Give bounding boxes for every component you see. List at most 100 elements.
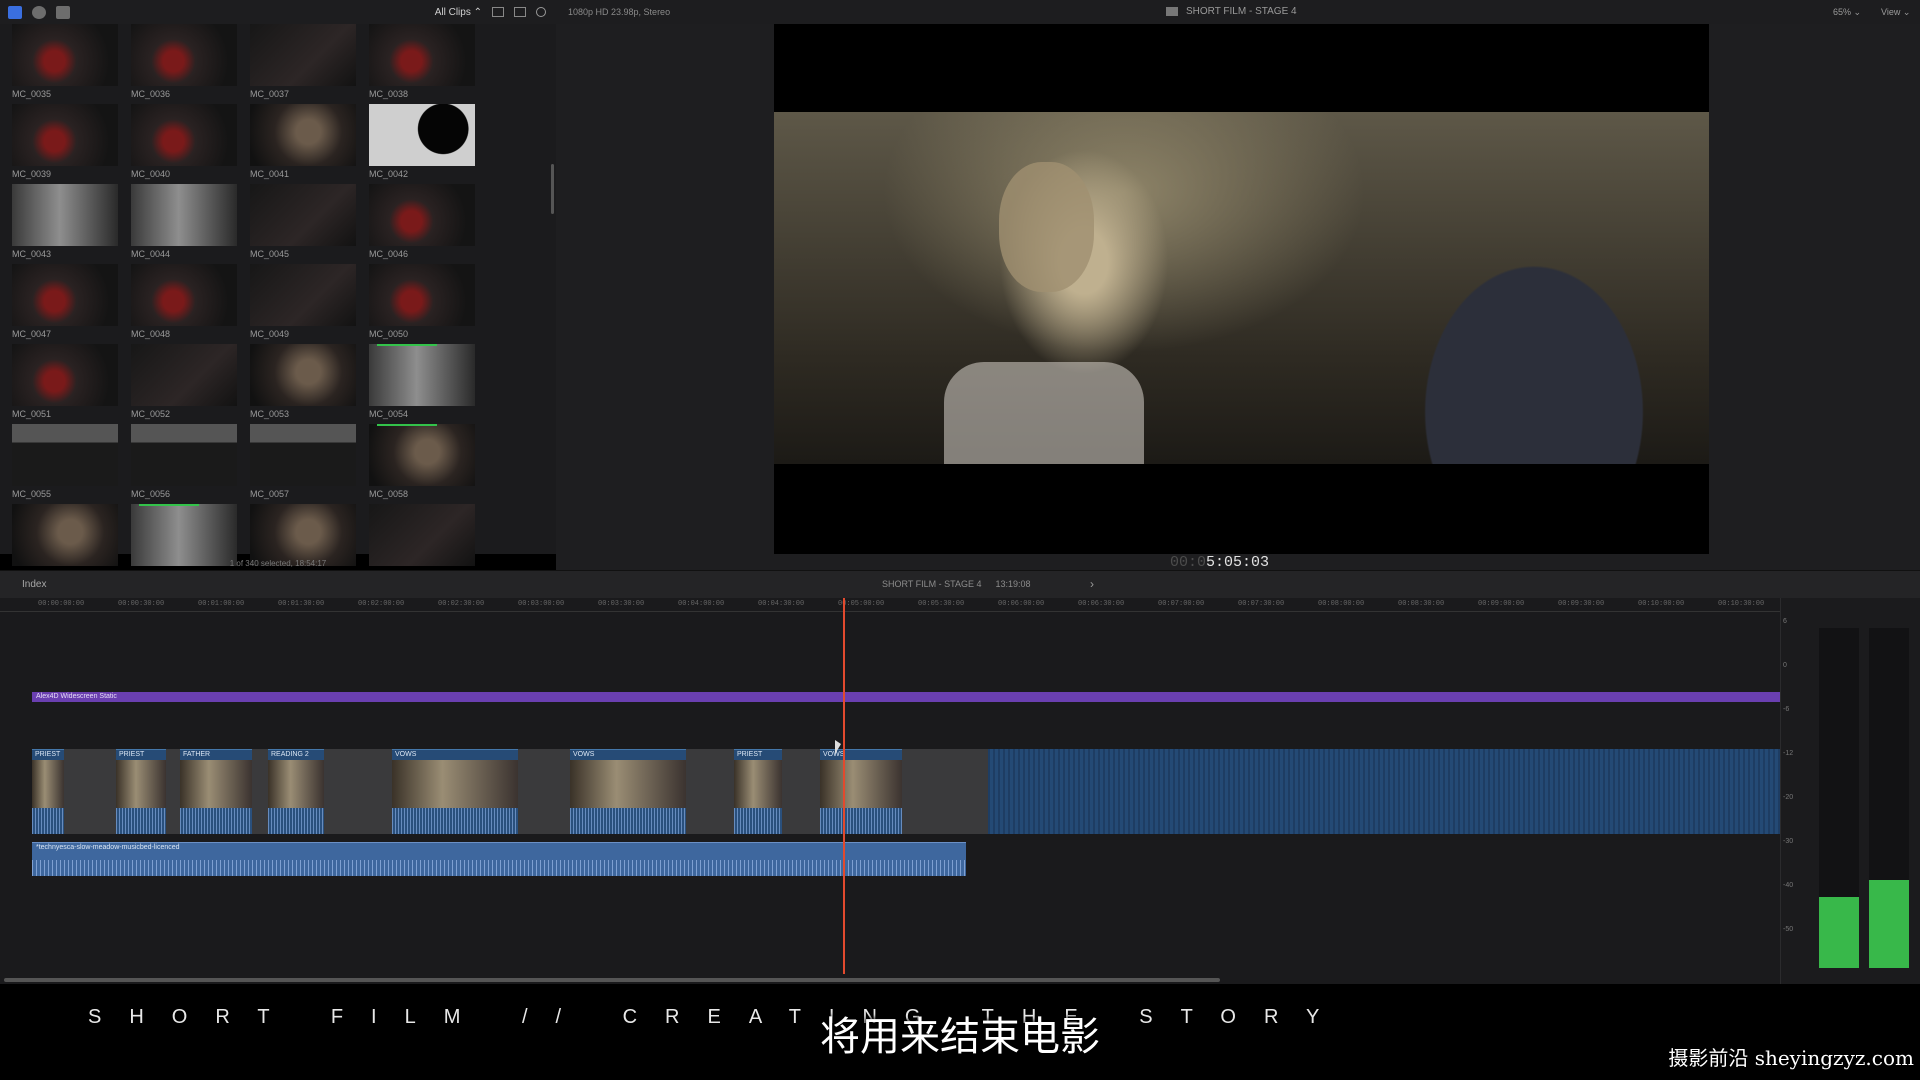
timeline-clip-waveform xyxy=(180,808,252,834)
gap-clip[interactable] xyxy=(782,749,820,834)
clips-filter-dropdown[interactable]: All Clips ⌃ xyxy=(435,7,482,18)
photos-audio-icon[interactable] xyxy=(32,5,46,19)
timeline-clip[interactable]: VOWS xyxy=(570,749,686,834)
timeline-clip-label: VOWS xyxy=(573,751,595,758)
chevron-right-icon[interactable]: › xyxy=(1090,577,1094,591)
ruler-tick: 00:10:00:00 xyxy=(1638,600,1685,608)
clip-thumbnail[interactable]: MC_0050 xyxy=(369,264,475,344)
timeline-clip-filmstrip xyxy=(392,760,518,808)
clip-name: MC_0047 xyxy=(12,329,52,339)
clip-thumbnail[interactable]: MC_0056 xyxy=(131,424,237,504)
clip-thumbnail[interactable]: MC_0049 xyxy=(250,264,356,344)
timeline-project-name: SHORT FILM - STAGE 4 xyxy=(882,579,982,589)
gap-clip[interactable] xyxy=(686,749,734,834)
clip-thumbnail[interactable]: MC_0038 xyxy=(369,24,475,104)
browser-scrollbar[interactable] xyxy=(551,164,554,214)
timeline-clip[interactable]: VOWS xyxy=(392,749,518,834)
ruler-tick: 00:01:00:00 xyxy=(198,600,245,608)
clip-thumbnail[interactable]: MC_0045 xyxy=(250,184,356,264)
clip-thumbnail[interactable]: MC_0043 xyxy=(12,184,118,264)
clip-thumbnail[interactable]: MC_0040 xyxy=(131,104,237,184)
timeline-clip-waveform xyxy=(32,808,64,834)
clip-thumbnail[interactable]: MC_0053 xyxy=(250,344,356,424)
viewer-title: SHORT FILM - STAGE 4 xyxy=(1166,6,1297,17)
timeline-clip[interactable]: FATHER xyxy=(180,749,252,834)
timeline-clip[interactable]: PRIEST xyxy=(32,749,64,834)
clip-thumbnail-image xyxy=(12,424,118,486)
timeline-clip-filmstrip xyxy=(180,760,252,808)
clip-name: MC_0041 xyxy=(250,169,290,179)
favorite-marker xyxy=(377,344,437,346)
clip-thumbnail[interactable]: MC_0058 xyxy=(369,424,475,504)
timeline-duration: 13:19:08 xyxy=(995,579,1031,589)
clip-thumbnail[interactable]: MC_0041 xyxy=(250,104,356,184)
clip-thumbnail[interactable]: MC_0055 xyxy=(12,424,118,504)
clip-thumbnail[interactable]: MC_0047 xyxy=(12,264,118,344)
clip-thumbnail-image xyxy=(131,104,237,166)
clip-thumbnail[interactable]: MC_0052 xyxy=(131,344,237,424)
clip-thumbnail[interactable]: MC_0037 xyxy=(250,24,356,104)
clip-thumbnail[interactable]: MC_0035 xyxy=(12,24,118,104)
zoom-dropdown[interactable]: 65% ⌄ xyxy=(1833,7,1861,18)
ruler-tick: 00:02:00:00 xyxy=(358,600,405,608)
timeline-index-button[interactable]: Index xyxy=(22,579,46,590)
list-view-icon[interactable] xyxy=(514,7,526,17)
clip-thumbnail-image xyxy=(250,504,356,566)
watermark: 摄影前沿 sheyingzyz.com xyxy=(1668,1046,1914,1070)
meter-scale-label: -40 xyxy=(1783,882,1794,889)
clip-thumbnail[interactable]: MC_0051 xyxy=(12,344,118,424)
clip-thumbnail-image xyxy=(369,264,475,326)
clip-thumbnail[interactable]: MC_0046 xyxy=(369,184,475,264)
ruler-tick: 00:06:00:00 xyxy=(998,600,1045,608)
gap-clip[interactable] xyxy=(252,749,268,834)
libraries-icon[interactable] xyxy=(8,5,22,19)
audio-meters: 6 0 -6 -12 -20 -30 -40 -50 xyxy=(1780,598,1920,984)
clip-thumbnail-image xyxy=(131,264,237,326)
timeline-clip[interactable]: READING 2 xyxy=(268,749,324,834)
clip-thumbnail[interactable]: MC_0044 xyxy=(131,184,237,264)
music-clip[interactable]: *technyesca-slow-meadow-musicbed-licence… xyxy=(32,842,966,876)
clip-name: MC_0055 xyxy=(12,489,52,499)
clip-thumbnail[interactable]: MC_0057 xyxy=(250,424,356,504)
gap-clip[interactable] xyxy=(902,749,988,834)
clip-name: MC_0057 xyxy=(250,489,290,499)
timeline-clip[interactable]: PRIEST xyxy=(734,749,782,834)
titles-generators-icon[interactable] xyxy=(56,5,70,19)
timeline-body: Alex4D Widescreen Static PRIEST PRIEST FAT… xyxy=(0,612,1780,984)
gap-clip[interactable] xyxy=(324,749,392,834)
timeline-clip-filmstrip xyxy=(820,760,902,808)
clip-thumbnail[interactable]: MC_0039 xyxy=(12,104,118,184)
clip-thumbnail-image xyxy=(369,344,475,406)
clip-appearance-icon[interactable] xyxy=(492,7,504,17)
favorite-marker xyxy=(377,424,437,426)
ruler-tick: 00:00:30:00 xyxy=(118,600,165,608)
gap-clip[interactable] xyxy=(518,749,570,834)
gap-clip[interactable] xyxy=(64,749,116,834)
timeline-clip-waveform xyxy=(392,808,518,834)
title-clip[interactable]: Alex4D Widescreen Static xyxy=(32,692,1780,702)
timeline-clip-label: PRIEST xyxy=(737,751,763,758)
clip-thumbnail[interactable]: MC_0048 xyxy=(131,264,237,344)
ruler-tick: 00:09:00:00 xyxy=(1478,600,1525,608)
timeline-toolbar: Index SHORT FILM - STAGE 4 13:19:08 › xyxy=(0,570,1920,598)
clip-thumbnail-image xyxy=(369,104,475,166)
timeline-clip[interactable]: VOWS xyxy=(820,749,902,834)
timeline-ruler[interactable]: 00:00:00:00 00:00:30:00 00:01:00:00 00:01:3… xyxy=(0,598,1780,612)
video-frame xyxy=(774,112,1709,464)
clip-thumbnail-image xyxy=(131,24,237,86)
timeline-clip[interactable]: PRIEST xyxy=(116,749,166,834)
view-dropdown[interactable]: View ⌄ xyxy=(1881,7,1910,18)
clip-thumbnail-image xyxy=(369,24,475,86)
ruler-tick: 00:04:30:00 xyxy=(758,600,805,608)
gap-clip[interactable] xyxy=(166,749,180,834)
clip-thumbnail[interactable]: MC_0042 xyxy=(369,104,475,184)
playhead[interactable] xyxy=(843,598,845,974)
timeline-scrollbar[interactable] xyxy=(4,978,1220,982)
long-audio-clip[interactable] xyxy=(988,749,1780,834)
clip-thumbnail[interactable]: MC_0054 xyxy=(369,344,475,424)
search-icon[interactable] xyxy=(536,7,546,17)
ruler-tick: 00:07:30:00 xyxy=(1238,600,1285,608)
clip-thumbnail[interactable]: MC_0036 xyxy=(131,24,237,104)
clip-name: MC_0056 xyxy=(131,489,171,499)
meter-right-level xyxy=(1869,879,1909,968)
